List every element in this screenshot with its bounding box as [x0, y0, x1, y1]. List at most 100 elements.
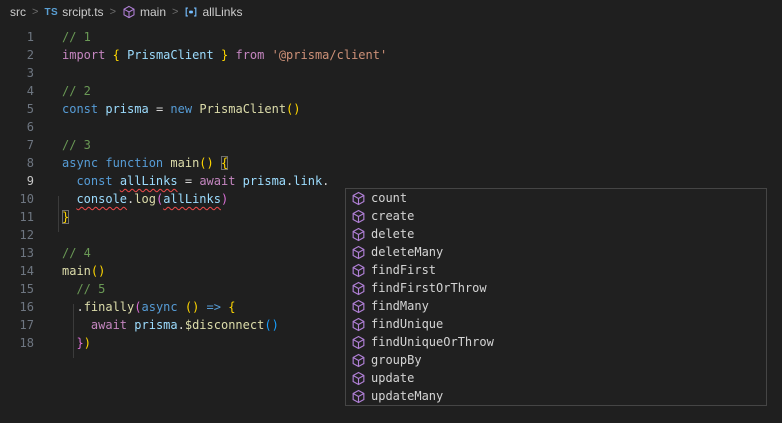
code-token: await — [91, 318, 127, 332]
code-line-7[interactable]: 7// 3 — [0, 136, 782, 154]
breadcrumb: src>TSsrcipt.ts>main>allLinks — [0, 0, 782, 24]
code-token: . — [76, 300, 83, 314]
code-token: = — [185, 174, 192, 188]
indent-guide — [73, 304, 74, 358]
suggest-item-label: deleteMany — [371, 245, 443, 259]
suggest-item-findMany[interactable]: findMany — [346, 297, 766, 315]
code-token: allLinks — [163, 192, 221, 206]
suggest-item-label: delete — [371, 227, 414, 241]
code-token — [214, 156, 221, 170]
breadcrumb-item-main[interactable]: main — [122, 5, 166, 19]
code-token: '@prisma/client' — [272, 48, 388, 62]
chevron-right-icon: > — [109, 6, 117, 18]
code-token: . — [178, 318, 185, 332]
line-number[interactable]: 10 — [0, 190, 34, 208]
suggest-item-deleteMany[interactable]: deleteMany — [346, 243, 766, 261]
code-token — [235, 174, 242, 188]
line-number[interactable]: 13 — [0, 244, 34, 262]
code-line-3[interactable]: 3 — [0, 64, 782, 82]
code-token: () — [91, 264, 105, 278]
line-number[interactable]: 4 — [0, 82, 34, 100]
method-icon — [351, 389, 366, 404]
code-line-content: } — [62, 210, 69, 224]
line-number[interactable]: 6 — [0, 118, 34, 136]
code-line-1[interactable]: 1// 1 — [0, 28, 782, 46]
code-token — [62, 174, 76, 188]
code-token: main — [62, 264, 91, 278]
suggest-item-delete[interactable]: delete — [346, 225, 766, 243]
code-line-2[interactable]: 2import { PrismaClient } from '@prisma/c… — [0, 46, 782, 64]
line-number[interactable]: 7 — [0, 136, 34, 154]
suggest-item-findFirstOrThrow[interactable]: findFirstOrThrow — [346, 279, 766, 297]
code-token — [199, 300, 206, 314]
code-token — [178, 300, 185, 314]
code-token: PrismaClient — [199, 102, 286, 116]
code-token — [214, 48, 221, 62]
line-number[interactable]: 9 — [0, 172, 34, 190]
code-token — [62, 318, 91, 332]
code-line-6[interactable]: 6 — [0, 118, 782, 136]
code-token: () — [264, 318, 278, 332]
line-number[interactable]: 14 — [0, 262, 34, 280]
code-token: link — [293, 174, 322, 188]
method-icon — [351, 317, 366, 332]
code-line-4[interactable]: 4 // 2 — [0, 82, 782, 100]
breadcrumb-item-srcipt.ts[interactable]: TSsrcipt.ts — [44, 5, 103, 19]
code-token: () — [286, 102, 300, 116]
line-number[interactable]: 16 — [0, 298, 34, 316]
code-token: from — [235, 48, 264, 62]
line-number[interactable]: 3 — [0, 64, 34, 82]
suggest-item-label: findFirst — [371, 263, 436, 277]
line-number[interactable]: 8 — [0, 154, 34, 172]
suggest-item-updateMany[interactable]: updateMany — [346, 387, 766, 405]
code-token: import — [62, 48, 105, 62]
suggest-item-findFirst[interactable]: findFirst — [346, 261, 766, 279]
suggest-item-findUnique[interactable]: findUnique — [346, 315, 766, 333]
code-line-5[interactable]: 5const prisma = new PrismaClient() — [0, 100, 782, 118]
line-number[interactable]: 17 — [0, 316, 34, 334]
suggest-item-findUniqueOrThrow[interactable]: findUniqueOrThrow — [346, 333, 766, 351]
code-token — [120, 48, 127, 62]
line-number[interactable]: 2 — [0, 46, 34, 64]
method-icon — [122, 5, 136, 19]
method-icon — [351, 245, 366, 260]
code-token: prisma — [105, 102, 148, 116]
line-number[interactable]: 11 — [0, 208, 34, 226]
code-line-8[interactable]: 8async function main() { — [0, 154, 782, 172]
indent-guide — [58, 196, 59, 232]
code-token: } — [76, 336, 83, 350]
suggest-item-create[interactable]: create — [346, 207, 766, 225]
suggest-item-groupBy[interactable]: groupBy — [346, 351, 766, 369]
suggest-item-label: findUniqueOrThrow — [371, 335, 494, 349]
breadcrumb-item-allLinks[interactable]: allLinks — [184, 5, 242, 19]
method-icon — [351, 335, 366, 350]
line-number[interactable]: 15 — [0, 280, 34, 298]
line-number[interactable]: 1 — [0, 28, 34, 46]
code-token — [178, 174, 185, 188]
method-icon — [351, 263, 366, 278]
code-token: PrismaClient — [127, 48, 214, 62]
breadcrumb-label: srcipt.ts — [62, 5, 103, 19]
line-number[interactable]: 12 — [0, 226, 34, 244]
code-line-content: }) — [62, 336, 91, 350]
variable-icon — [184, 5, 198, 19]
suggest-item-update[interactable]: update — [346, 369, 766, 387]
breadcrumb-item-src[interactable]: src — [10, 5, 26, 19]
code-token: () — [199, 156, 213, 170]
code-line-content: .finally(async () => { — [62, 300, 235, 314]
method-icon — [351, 281, 366, 296]
method-icon — [351, 371, 366, 386]
code-token: await — [199, 174, 235, 188]
code-token: . — [322, 174, 329, 188]
suggest-item-label: update — [371, 371, 414, 385]
code-token: ) — [84, 336, 91, 350]
suggest-item-count[interactable]: count — [346, 189, 766, 207]
code-token: // 4 — [62, 246, 91, 260]
line-number[interactable]: 5 — [0, 100, 34, 118]
line-number[interactable]: 18 — [0, 334, 34, 352]
code-token: prisma — [243, 174, 286, 188]
code-token: // 2 — [62, 84, 91, 98]
code-token: ( — [134, 300, 141, 314]
suggest-widget: countcreate delete deleteMany findFirst find… — [345, 188, 767, 406]
code-token: main — [170, 156, 199, 170]
